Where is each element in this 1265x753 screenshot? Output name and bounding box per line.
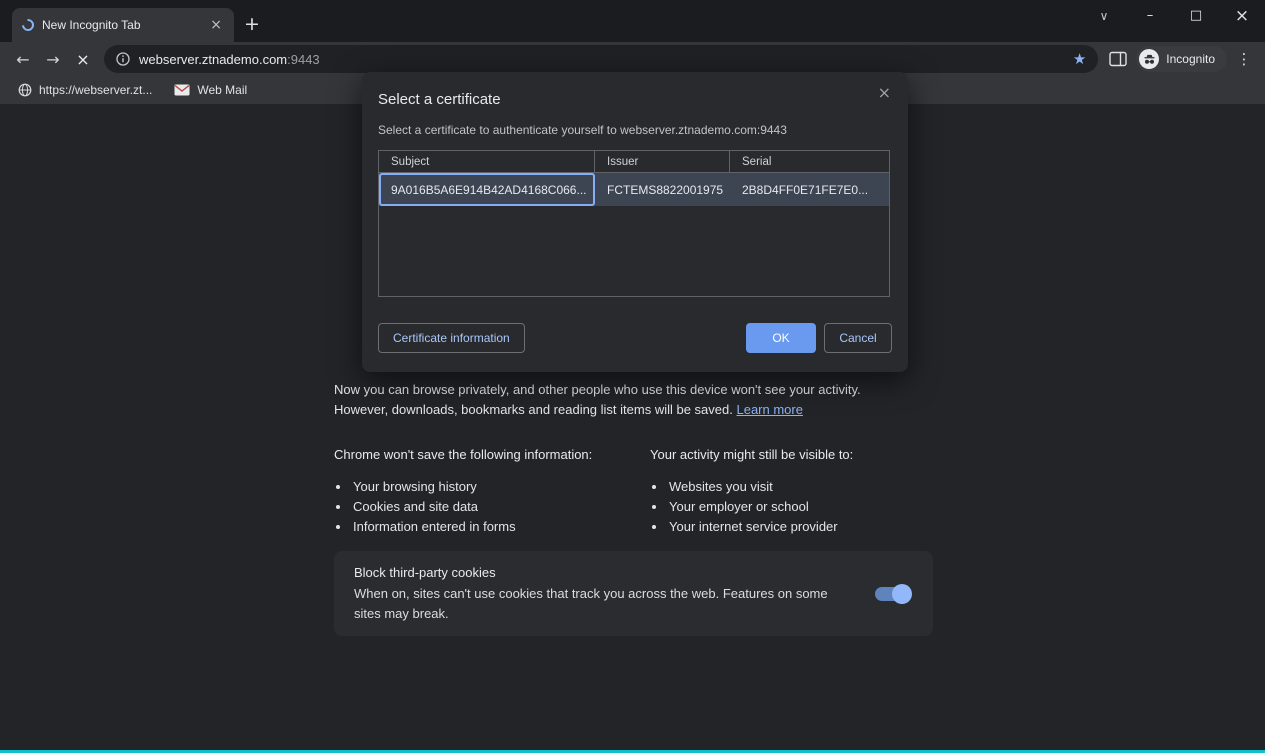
wont-save-title: Chrome won't save the following informat… bbox=[334, 445, 650, 465]
block-cookies-toggle[interactable] bbox=[875, 587, 909, 601]
wont-save-list: Your browsing history Cookies and site d… bbox=[334, 477, 650, 537]
visible-to-column: Your activity might still be visible to:… bbox=[650, 445, 966, 537]
maximize-button[interactable]: □ bbox=[1173, 0, 1219, 31]
cell-issuer[interactable]: FCTEMS8822001975 bbox=[595, 173, 730, 206]
table-header: Subject Issuer Serial bbox=[379, 151, 889, 173]
cookies-card-title: Block third-party cookies bbox=[354, 563, 857, 583]
minimize-button[interactable]: – bbox=[1127, 0, 1173, 31]
profile-chip[interactable]: Incognito bbox=[1136, 46, 1227, 72]
toggle-knob bbox=[892, 584, 912, 604]
wont-save-column: Chrome won't save the following informat… bbox=[334, 445, 650, 537]
list-item: Your browsing history bbox=[351, 477, 650, 497]
back-button[interactable]: ← bbox=[8, 45, 38, 73]
dialog-subtitle: Select a certificate to authenticate you… bbox=[378, 123, 787, 137]
forward-button[interactable]: → bbox=[38, 45, 68, 73]
column-header-issuer[interactable]: Issuer bbox=[595, 151, 730, 172]
incognito-info-columns: Chrome won't save the following informat… bbox=[334, 445, 966, 537]
list-item: Information entered in forms bbox=[351, 517, 650, 537]
tab-search-chevron-icon[interactable]: ∨ bbox=[1081, 0, 1127, 31]
toolbar: ← → × webserver.ztnademo.com:9443 ★ bbox=[0, 42, 1265, 76]
tab-new-incognito[interactable]: New Incognito Tab × bbox=[12, 8, 234, 42]
tab-title: New Incognito Tab bbox=[42, 18, 198, 32]
cookies-card-body: When on, sites can't use cookies that tr… bbox=[354, 584, 857, 624]
url-port: :9443 bbox=[287, 52, 320, 67]
bookmark-star-icon[interactable]: ★ bbox=[1073, 52, 1086, 67]
table-row[interactable]: 9A016B5A6E914B42AD4168C066... FCTEMS8822… bbox=[379, 173, 889, 206]
column-header-subject[interactable]: Subject bbox=[379, 151, 595, 172]
tab-strip: New Incognito Tab × + ∨ – □ × bbox=[0, 0, 1265, 42]
certificate-table: Subject Issuer Serial 9A016B5A6E914B42AD… bbox=[378, 150, 890, 297]
list-item: Websites you visit bbox=[667, 477, 966, 497]
cancel-button[interactable]: Cancel bbox=[824, 323, 892, 353]
incognito-avatar-icon bbox=[1139, 49, 1159, 69]
dialog-title: Select a certificate bbox=[378, 91, 501, 108]
visible-to-list: Websites you visit Your employer or scho… bbox=[650, 477, 966, 537]
window-controls: ∨ – □ × bbox=[1081, 0, 1265, 31]
tab-close-icon[interactable]: × bbox=[206, 16, 226, 34]
list-item: Your employer or school bbox=[667, 497, 966, 517]
certificate-information-button[interactable]: Certificate information bbox=[378, 323, 525, 353]
third-party-cookies-card: Block third-party cookies When on, sites… bbox=[334, 551, 933, 636]
dialog-footer: Certificate information OK Cancel bbox=[378, 323, 892, 353]
cookies-card-text: Block third-party cookies When on, sites… bbox=[354, 563, 857, 624]
stop-loading-button[interactable]: × bbox=[68, 45, 98, 73]
new-tab-button[interactable]: + bbox=[244, 15, 260, 34]
ok-button[interactable]: OK bbox=[746, 323, 816, 353]
list-item: Cookies and site data bbox=[351, 497, 650, 517]
address-bar[interactable]: webserver.ztnademo.com:9443 ★ bbox=[104, 45, 1098, 73]
globe-icon bbox=[18, 83, 32, 97]
site-info-icon[interactable] bbox=[116, 52, 130, 66]
bookmark-label: https://webserver.zt... bbox=[39, 83, 152, 97]
url-host: webserver.ztnademo.com bbox=[139, 52, 287, 67]
cell-subject[interactable]: 9A016B5A6E914B42AD4168C066... bbox=[379, 173, 595, 206]
profile-label: Incognito bbox=[1166, 52, 1215, 66]
side-panel-icon[interactable] bbox=[1104, 45, 1132, 73]
url-text[interactable]: webserver.ztnademo.com:9443 bbox=[139, 52, 320, 67]
visible-to-title: Your activity might still be visible to: bbox=[650, 445, 966, 465]
bookmark-item-webmail[interactable]: Web Mail bbox=[166, 78, 255, 102]
learn-more-link[interactable]: Learn more bbox=[736, 402, 802, 417]
select-certificate-dialog: × Select a certificate Select a certific… bbox=[362, 72, 908, 372]
incognito-intro-text: Now you can browse privately, and other … bbox=[334, 380, 914, 420]
cell-serial[interactable]: 2B8D4FF0E71FE7E0... bbox=[730, 173, 889, 206]
list-item: Your internet service provider bbox=[667, 517, 966, 537]
browser-window: New Incognito Tab × + ∨ – □ × ← → × webs… bbox=[0, 0, 1265, 753]
loading-spinner-icon bbox=[20, 17, 37, 34]
close-window-button[interactable]: × bbox=[1219, 0, 1265, 31]
bookmark-item-webserver[interactable]: https://webserver.zt... bbox=[10, 78, 160, 102]
dialog-close-icon[interactable]: × bbox=[874, 81, 895, 104]
browser-menu-icon[interactable]: ⋮ bbox=[1231, 45, 1257, 73]
column-header-serial[interactable]: Serial bbox=[730, 151, 889, 172]
mail-icon bbox=[174, 84, 190, 96]
bookmark-label: Web Mail bbox=[197, 83, 247, 97]
